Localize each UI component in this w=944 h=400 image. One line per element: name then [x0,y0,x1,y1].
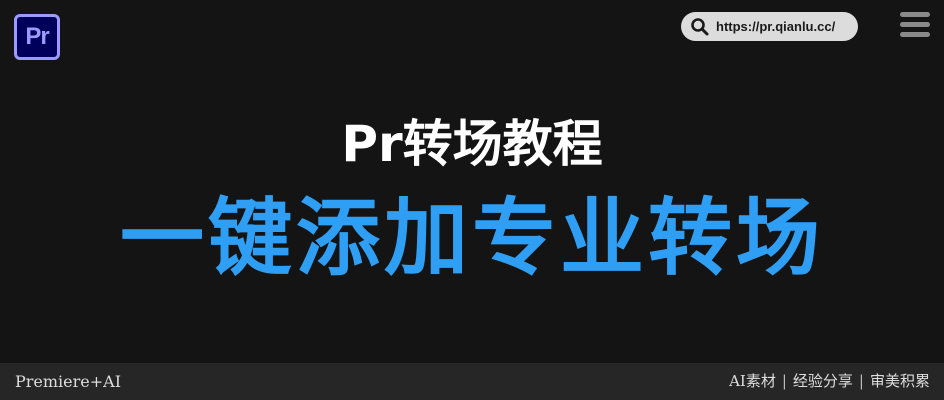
logo-text: Pr [25,23,49,50]
footer-tag-experience: 经验分享 [792,372,853,390]
premiere-pro-logo[interactable]: Pr [14,14,60,60]
url-text: https://pr.qianlu.cc/ [716,19,836,34]
footer-tag-aesthetics: 审美积累 [869,372,930,390]
page-headline: 一键添加专业转场 [119,189,824,287]
menu-line [900,12,930,17]
url-search-bar[interactable]: https://pr.qianlu.cc/ [681,12,858,41]
page-subtitle: Pr转场教程 [341,115,603,173]
footer-tag-ai-assets: AI素材 [729,372,776,390]
footer-bar: Premiere+AI AI素材 | 经验分享 | 审美积累 [0,363,944,400]
menu-line [900,22,930,27]
menu-line [900,32,930,37]
footer-tags: AI素材 | 经验分享 | 审美积累 [729,363,930,400]
search-icon [691,17,709,35]
footer-brand: Premiere+AI [15,372,122,391]
footer-separator: | [781,372,787,390]
footer-separator: | [858,372,864,390]
hamburger-menu-icon[interactable] [900,12,930,38]
